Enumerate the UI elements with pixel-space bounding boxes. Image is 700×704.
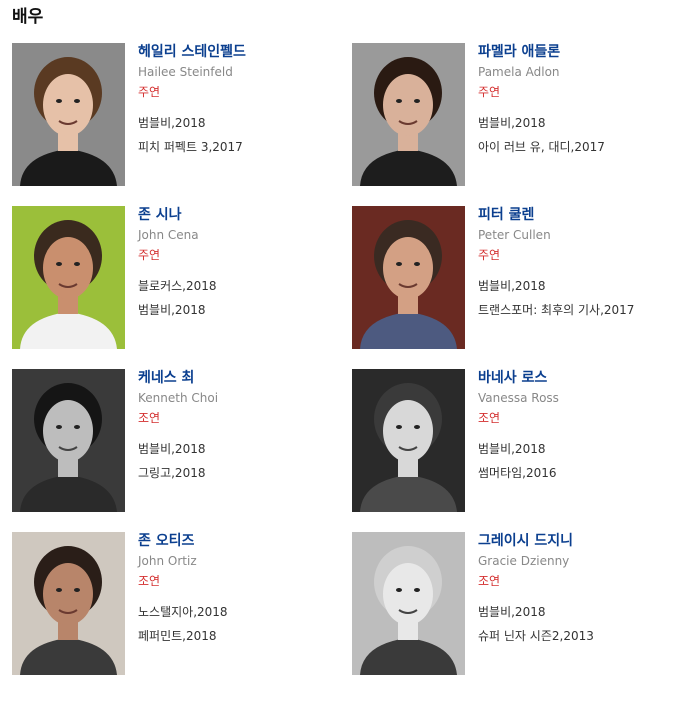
actor-role-label: 주연 [478,85,501,99]
actor-card: 헤일리 스테인펠드 Hailee Steinfeld 주연 범블비,2018 피치 퍼펙… [12,43,342,188]
actor-english-name: Gracie Dzienny [478,554,570,568]
filmography-item[interactable]: 페퍼민트,2018 [138,628,348,644]
actor-card: 그레이시 드지니 Gracie Dzienny 조연 범블비,2018 슈퍼 닌자 시즌… [352,532,682,677]
filmography-list: 범블비,2018 피치 퍼펙트 3,2017 [138,115,348,155]
filmography-item[interactable]: 노스탤지아,2018 [138,604,348,620]
filmography-item[interactable]: 범블비,2018 [138,302,348,318]
actor-name-link[interactable]: 파멜라 애들론 [478,43,688,61]
actor-name-link[interactable]: 케네스 최 [138,369,348,387]
filmography-item[interactable]: 범블비,2018 [138,441,348,457]
filmography-item[interactable]: 피치 퍼펙트 3,2017 [138,139,348,155]
filmography-list: 범블비,2018 슈퍼 닌자 시즌2,2013 [478,604,688,644]
actor-photo[interactable] [12,532,125,675]
actor-info: 케네스 최 Kenneth Choi 조연범블비,2018 그링고,2018 [138,369,348,489]
actor-english-name: Hailee Steinfeld [138,65,233,79]
actor-info: 피터 쿨렌 Peter Cullen 주연범블비,2018 트랜스포머: 최후의 기사… [478,206,688,326]
actor-english-name: John Ortiz [138,554,197,568]
actor-photo[interactable] [12,206,125,349]
filmography-item[interactable]: 범블비,2018 [478,441,688,457]
actor-portrait-image [352,206,465,349]
filmography-item[interactable]: 아이 러브 유, 대디,2017 [478,139,688,155]
filmography-list: 범블비,2018 그링고,2018 [138,441,348,481]
filmography-list: 노스탤지아,2018 페퍼민트,2018 [138,604,348,644]
actor-photo[interactable] [352,532,465,675]
actor-role-label: 조연 [478,574,501,588]
actor-portrait-image [12,206,125,349]
actor-card: 존 오티즈 John Ortiz 조연 노스탤지아,2018 페퍼민트,2018 [12,532,342,677]
actor-card: 피터 쿨렌 Peter Cullen 주연 범블비,2018 트랜스포머: 최후의 기사… [352,206,682,351]
actor-photo[interactable] [12,43,125,186]
actor-portrait-image [352,43,465,186]
actor-info: 존 오티즈 John Ortiz 조연노스탤지아,2018 페퍼민트,2018 [138,532,348,652]
actor-name-link[interactable]: 존 시나 [138,206,348,224]
actor-name-link[interactable]: 피터 쿨렌 [478,206,688,224]
actor-role-label: 주연 [478,248,501,262]
actor-photo[interactable] [352,206,465,349]
actor-info: 헤일리 스테인펠드 Hailee Steinfeld 주연범블비,2018 피치 퍼펙… [138,43,348,163]
filmography-item[interactable]: 트랜스포머: 최후의 기사,2017 [478,302,688,318]
actor-english-name: John Cena [138,228,199,242]
actor-portrait-image [12,532,125,675]
actor-portrait-image [352,369,465,512]
actor-english-name: Kenneth Choi [138,391,219,405]
actor-photo[interactable] [352,369,465,512]
filmography-item[interactable]: 슈퍼 닌자 시즌2,2013 [478,628,688,644]
actor-info: 그레이시 드지니 Gracie Dzienny 조연범블비,2018 슈퍼 닌자 시즌… [478,532,688,652]
section-title: 배우 [12,7,44,27]
filmography-item[interactable]: 범블비,2018 [478,278,688,294]
actor-name-link[interactable]: 헤일리 스테인펠드 [138,43,348,61]
filmography-list: 범블비,2018 트랜스포머: 최후의 기사,2017 [478,278,688,318]
filmography-list: 블로커스,2018 범블비,2018 [138,278,348,318]
actor-portrait-image [352,532,465,675]
actor-role-label: 조연 [138,411,161,425]
filmography-item[interactable]: 블로커스,2018 [138,278,348,294]
actor-card: 케네스 최 Kenneth Choi 조연 범블비,2018 그링고,2018 [12,369,342,514]
actor-role-label: 조연 [138,574,161,588]
actor-info: 존 시나 John Cena 주연블로커스,2018 범블비,2018 [138,206,348,326]
actor-card: 파멜라 애들론 Pamela Adlon 주연 범블비,2018 아이 러브 유, 대디… [352,43,682,188]
actor-role-label: 주연 [138,85,161,99]
actor-english-name: Vanessa Ross [478,391,559,405]
actor-info: 바네사 로스 Vanessa Ross 조연범블비,2018 썸머타임,2016 [478,369,688,489]
actor-role-label: 주연 [138,248,161,262]
actor-card: 존 시나 John Cena 주연 블로커스,2018 범블비,2018 [12,206,342,351]
filmography-list: 범블비,2018 아이 러브 유, 대디,2017 [478,115,688,155]
filmography-item[interactable]: 범블비,2018 [478,604,688,620]
actor-name-link[interactable]: 존 오티즈 [138,532,348,550]
filmography-item[interactable]: 범블비,2018 [138,115,348,131]
actor-portrait-image [12,369,125,512]
actor-portrait-image [12,43,125,186]
actor-card: 바네사 로스 Vanessa Ross 조연 범블비,2018 썸머타임,2016 [352,369,682,514]
filmography-item[interactable]: 그링고,2018 [138,465,348,481]
actor-english-name: Peter Cullen [478,228,551,242]
actor-english-name: Pamela Adlon [478,65,560,79]
actor-name-link[interactable]: 바네사 로스 [478,369,688,387]
actor-name-link[interactable]: 그레이시 드지니 [478,532,688,550]
actor-photo[interactable] [352,43,465,186]
actor-photo[interactable] [12,369,125,512]
actor-role-label: 조연 [478,411,501,425]
filmography-item[interactable]: 범블비,2018 [478,115,688,131]
filmography-item[interactable]: 썸머타임,2016 [478,465,688,481]
filmography-list: 범블비,2018 썸머타임,2016 [478,441,688,481]
actor-info: 파멜라 애들론 Pamela Adlon 주연범블비,2018 아이 러브 유, 대디… [478,43,688,163]
